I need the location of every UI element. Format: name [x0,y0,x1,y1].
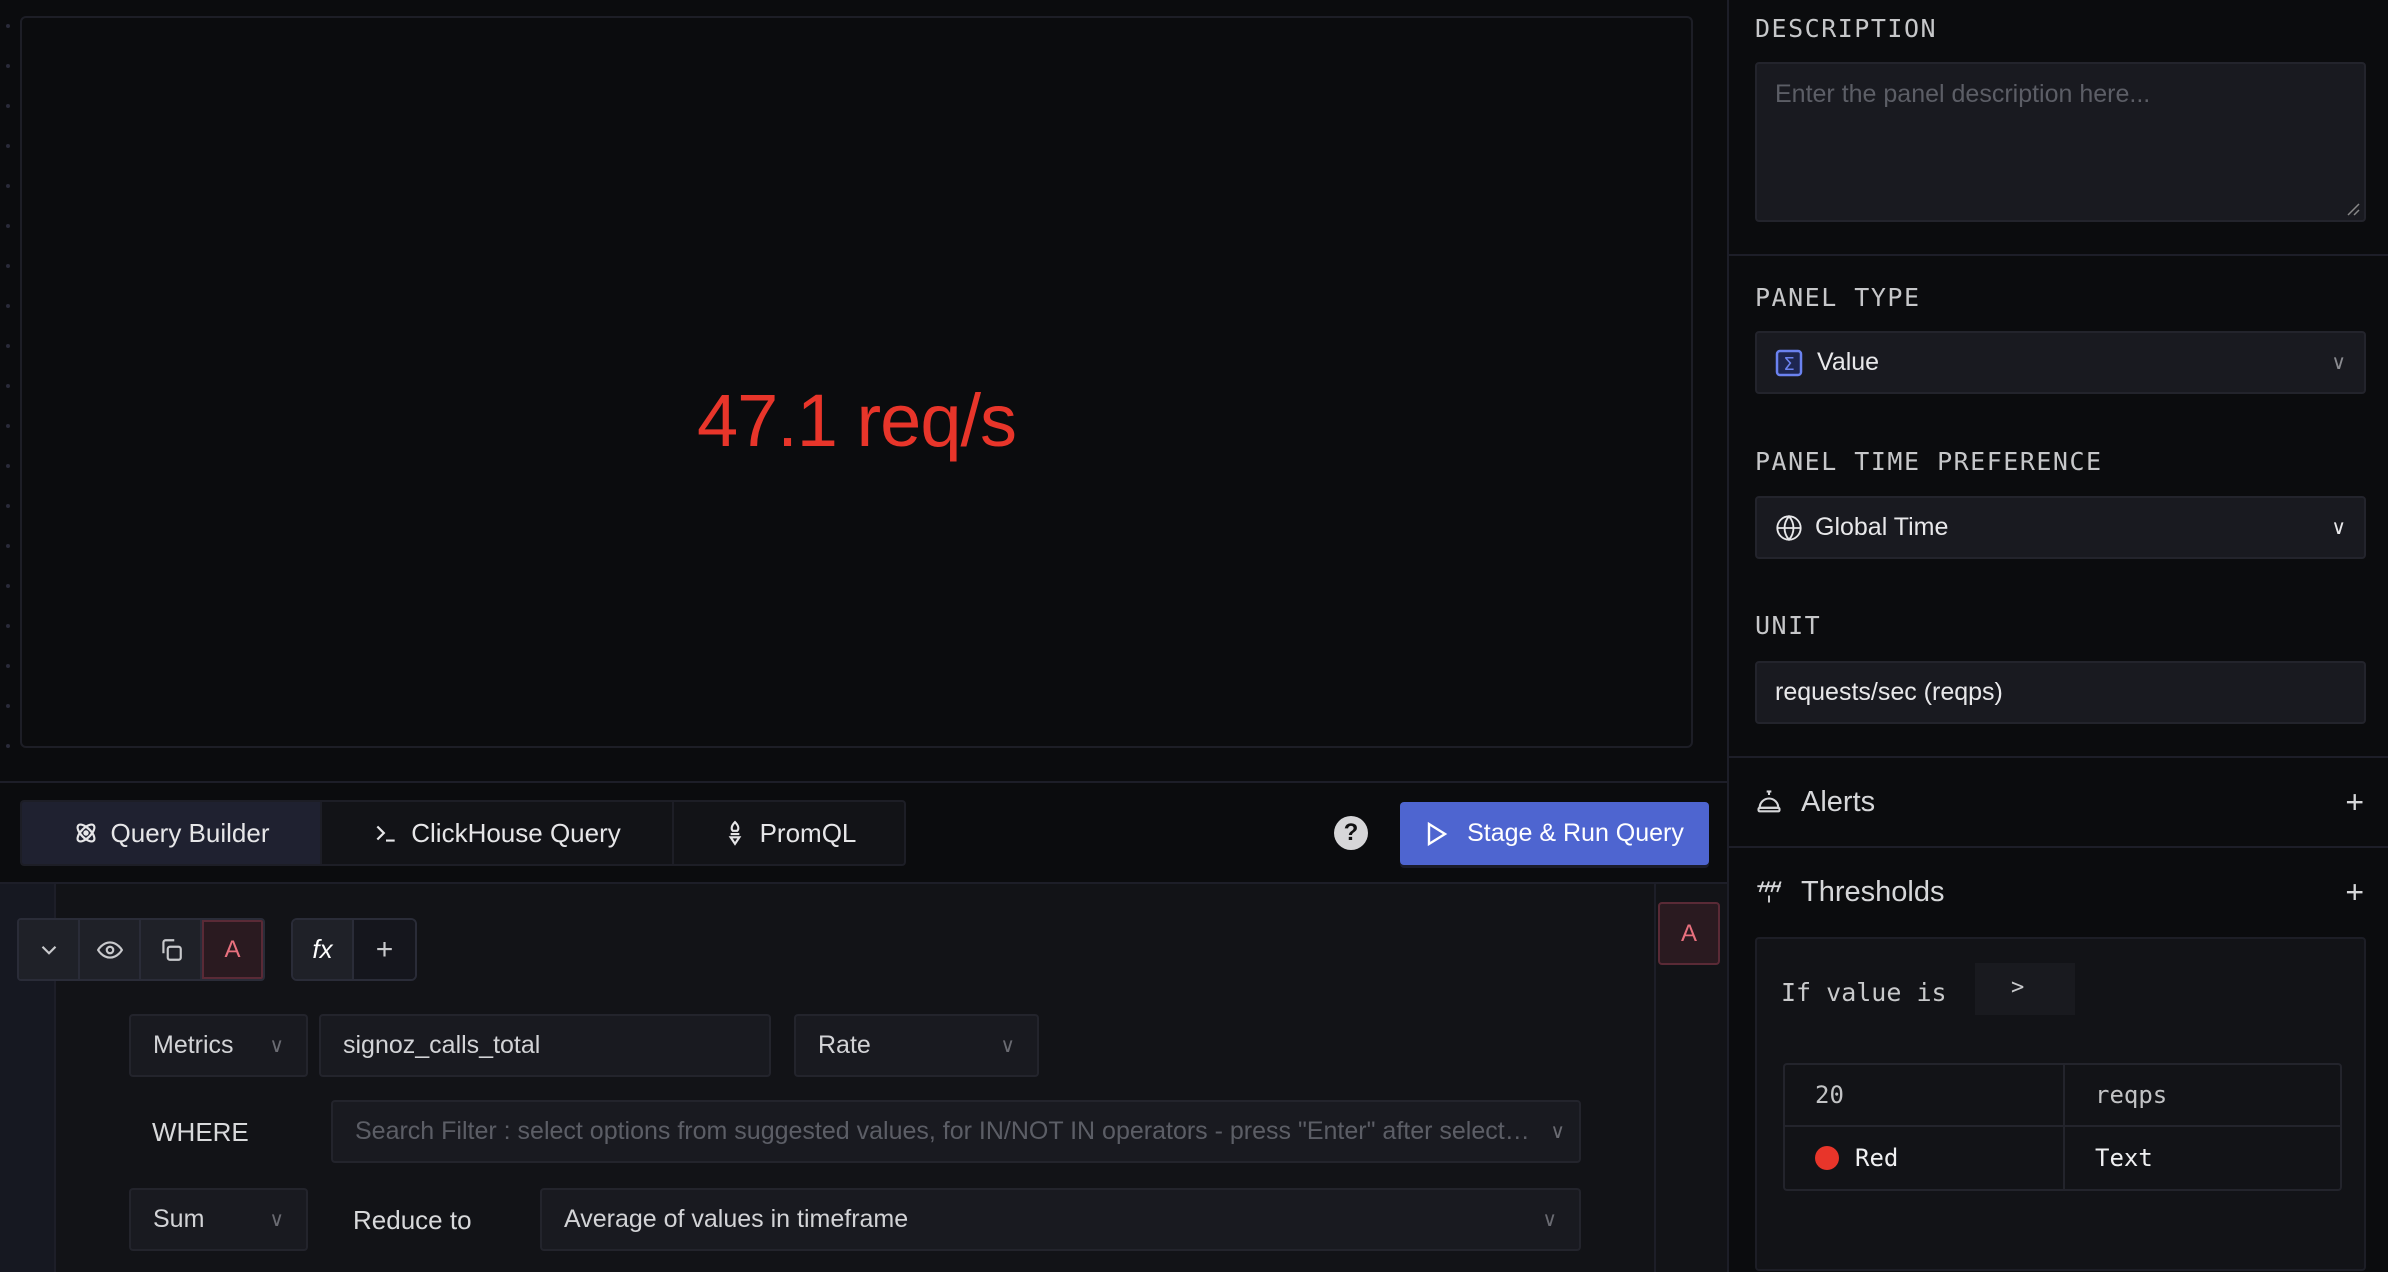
query-name-badge[interactable]: A [202,920,263,979]
unit-title: UNIT [1755,611,1822,640]
panel-type-select[interactable]: Σ Value ∨ [1755,331,2366,394]
thresholds-icon [1757,881,1782,903]
stage-run-label: Stage & Run Query [1467,819,1684,847]
eye-icon [96,940,123,959]
value-display: 47.1 req/s [696,379,1017,462]
chevron-down-icon: ∨ [269,1035,284,1057]
time-preference-select[interactable]: Global Time ∨ [1755,496,2366,559]
data-source-value: Metrics [153,1031,234,1059]
tab-label: ClickHouse Query [411,817,621,848]
toggle-visibility-button[interactable] [80,920,141,979]
search-filter-placeholder: Search Filter : select options from sugg… [355,1117,1535,1145]
divider [1729,254,2388,256]
alerts-label: Alerts [1801,785,1876,818]
promql-torch-icon [728,820,741,846]
copy-icon [161,938,182,961]
panel-type-value: Value [1817,348,1880,376]
metric-name-input[interactable]: signoz_calls_total [319,1014,771,1077]
threshold-operator-select[interactable]: > [1975,963,2075,1015]
threshold-color[interactable]: Red [1815,1127,1898,1189]
resize-handle-icon [2347,203,2360,216]
reduce-to-label: Reduce to [353,1205,472,1235]
add-alert-icon[interactable]: + [2345,784,2364,821]
query-type-tabs: Query Builder ClickHouse Query PromQL [20,800,906,866]
query-actions: A [17,918,265,981]
color-swatch [1815,1146,1839,1170]
divider [0,882,1727,884]
threshold-format[interactable]: Text [2095,1127,2153,1189]
tab-label: Query Builder [110,817,270,848]
description-title: DESCRIPTION [1755,14,1938,43]
threshold-unit[interactable]: reqps [2095,1065,2167,1125]
svg-text:Σ: Σ [1783,354,1794,375]
divider [0,781,1727,783]
tab-clickhouse-query[interactable]: ClickHouse Query [322,802,674,864]
unit-value: requests/sec (reqps) [1775,678,2003,706]
threshold-condition-label: If value is [1781,978,1947,1007]
clone-query-button[interactable] [141,920,202,979]
aggregate-operator-value: Rate [818,1031,871,1059]
time-preference-title: PANEL TIME PREFERENCE [1755,447,2103,476]
play-icon [1427,821,1448,846]
chevron-down-icon: ∨ [1000,1035,1015,1057]
aggregate-operator-select[interactable]: Rate ∨ [794,1014,1039,1077]
threshold-value[interactable]: 20 [1815,1065,1844,1125]
reduce-to-select[interactable]: Average of values in timeframe ∨ [540,1188,1581,1251]
help-icon[interactable]: ? [1334,816,1368,850]
bell-icon [1757,790,1781,813]
tab-label: PromQL [759,817,857,848]
thresholds-label: Thresholds [1801,875,1945,908]
where-label: WHERE [152,1117,249,1147]
space-aggregation-value: Sum [153,1205,205,1233]
time-preference-value: Global Time [1815,513,1949,541]
atom-icon [76,823,95,843]
threshold-table: 20 reqps Red Text [1783,1063,2342,1191]
chevron-down-icon: ∨ [1550,1121,1565,1143]
query-a-selector[interactable]: A [1658,902,1720,965]
add-query-button[interactable]: + [354,920,415,979]
metric-name-value: signoz_calls_total [343,1031,541,1059]
collapse-query-button[interactable] [19,920,80,979]
chevron-down-icon: ∨ [2331,517,2346,539]
tab-promql[interactable]: PromQL [674,802,904,864]
space-aggregation-select[interactable]: Sum ∨ [129,1188,308,1251]
reduce-to-value: Average of values in timeframe [564,1205,909,1233]
thresholds-section[interactable]: Thresholds + [1729,848,2388,936]
chevron-down-icon: ∨ [1542,1209,1557,1231]
chevron-down-icon [41,945,56,955]
sigma-icon: Σ [1775,349,1803,376]
description-placeholder: Enter the panel description here... [1775,80,2151,108]
globe-icon [1776,514,1802,541]
threshold-color-label: Red [1855,1144,1899,1172]
formula-actions: fx + [291,918,417,981]
stage-run-query-button[interactable]: Stage & Run Query [1400,802,1709,865]
data-source-select[interactable]: Metrics ∨ [129,1014,308,1077]
divider [2063,1065,2065,1189]
threshold-card: If value is > 20 reqps Red Text [1755,937,2366,1271]
description-textarea[interactable]: Enter the panel description here... [1755,62,2366,222]
add-threshold-icon[interactable]: + [2345,874,2364,911]
terminal-icon [376,825,395,842]
add-formula-button[interactable]: fx [293,920,354,979]
unit-input[interactable]: requests/sec (reqps) [1755,661,2366,724]
panel-preview: 47.1 req/s [20,16,1693,748]
panel-settings: DESCRIPTION Enter the panel description … [1727,0,2388,1272]
search-filter-input[interactable]: Search Filter : select options from sugg… [331,1100,1581,1163]
chevron-down-icon: ∨ [2331,352,2346,374]
alerts-section[interactable]: Alerts + [1729,758,2388,846]
tab-query-builder[interactable]: Query Builder [22,802,322,864]
chevron-down-icon: ∨ [269,1209,284,1231]
panel-type-title: PANEL TYPE [1755,283,1921,312]
